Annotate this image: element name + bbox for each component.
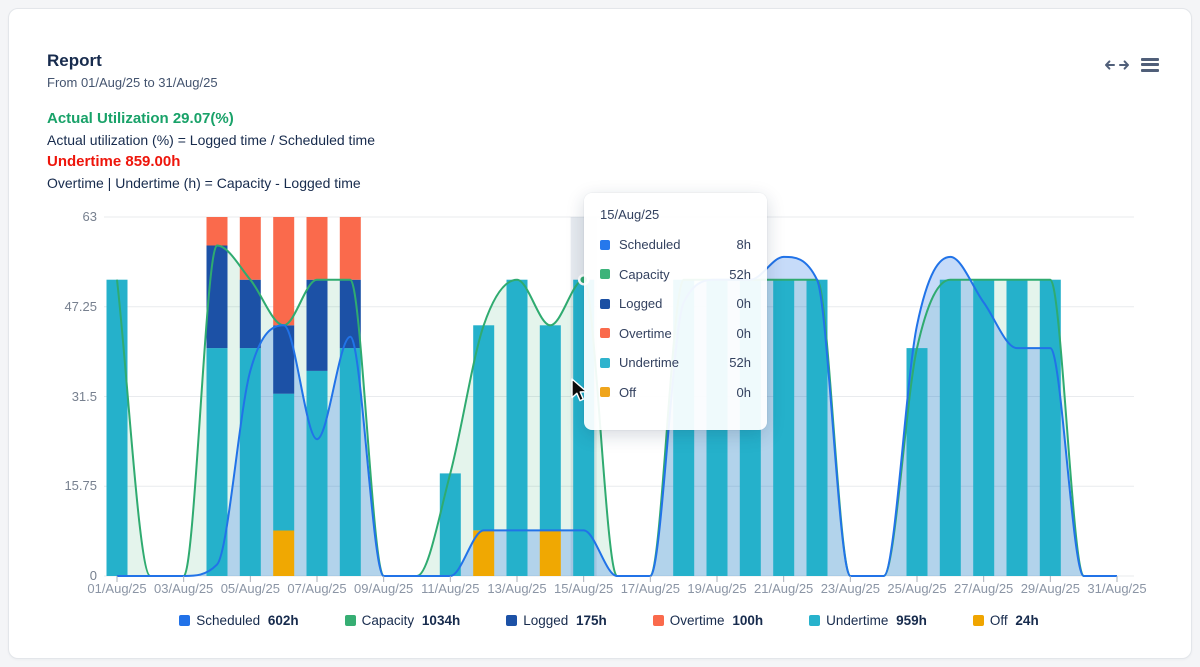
- y-tick-label: 47.25: [47, 299, 97, 314]
- bar-undertime-day5[interactable]: [240, 348, 261, 576]
- bar-off-day14[interactable]: [540, 530, 561, 576]
- legend-label: Logged 175h: [523, 613, 607, 628]
- legend-item-scheduled[interactable]: Scheduled 602h: [179, 613, 298, 628]
- tooltip-label: Overtime: [619, 326, 672, 341]
- legend-value: 24h: [1015, 613, 1038, 628]
- bar-undertime-day11[interactable]: [440, 473, 461, 576]
- report-page: Report From 01/Aug/25 to 31/Aug/25 Actua…: [0, 0, 1200, 667]
- legend-marker-icon: [653, 615, 664, 626]
- legend-marker-icon: [345, 615, 356, 626]
- bar-off-day6[interactable]: [273, 530, 294, 576]
- legend-value: 602h: [268, 613, 299, 628]
- chart-tooltip: 15/Aug/25 Scheduled 8h Capacity 52h Logged 0h…: [584, 193, 767, 430]
- bar-overtime-day7[interactable]: [307, 217, 328, 280]
- legend-label: Off 24h: [990, 613, 1039, 628]
- tooltip-label: Logged: [619, 296, 662, 311]
- legend-value: 100h: [732, 613, 763, 628]
- capacity-marker-icon: [600, 269, 610, 279]
- logged-marker-icon: [600, 299, 610, 309]
- bar-undertime-day8[interactable]: [340, 348, 361, 576]
- legend-value: 959h: [896, 613, 927, 628]
- tooltip-value: 0h: [737, 326, 751, 341]
- bar-undertime-day27[interactable]: [973, 280, 994, 576]
- bar-logged-day6[interactable]: [273, 325, 294, 393]
- legend-label: Overtime 100h: [670, 613, 763, 628]
- legend-marker-icon: [809, 615, 820, 626]
- report-card: Report From 01/Aug/25 to 31/Aug/25 Actua…: [8, 8, 1192, 659]
- legend-label: Undertime 959h: [826, 613, 927, 628]
- bar-undertime-day13[interactable]: [507, 280, 528, 576]
- legend-marker-icon: [506, 615, 517, 626]
- tooltip-label: Undertime: [619, 355, 679, 370]
- legend-marker-icon: [179, 615, 190, 626]
- bar-logged-day7[interactable]: [307, 280, 328, 371]
- overtime-marker-icon: [600, 328, 610, 338]
- bar-undertime-day14[interactable]: [540, 325, 561, 530]
- tooltip-label: Off: [619, 385, 636, 400]
- utilization-chart[interactable]: 015.7531.547.2563 01/Aug/2503/Aug/2505/A…: [9, 9, 1200, 667]
- legend-value: 1034h: [422, 613, 460, 628]
- bar-overtime-day8[interactable]: [340, 217, 361, 280]
- tooltip-value: 8h: [737, 237, 751, 252]
- legend-label: Scheduled 602h: [196, 613, 298, 628]
- tooltip-row-overtime: Overtime 0h: [600, 319, 751, 349]
- mouse-cursor-icon: [569, 378, 591, 408]
- legend-item-overtime[interactable]: Overtime 100h: [653, 613, 763, 628]
- y-tick-label: 31.5: [47, 389, 97, 404]
- chart-legend: Scheduled 602h Capacity 1034h Logged 175h O…: [9, 613, 1200, 628]
- legend-item-undertime[interactable]: Undertime 959h: [809, 613, 927, 628]
- tooltip-rows: Scheduled 8h Capacity 52h Logged 0h Overtime 0h…: [600, 230, 751, 407]
- legend-value: 175h: [576, 613, 607, 628]
- tooltip-row-logged: Logged 0h: [600, 289, 751, 319]
- tooltip-value: 0h: [737, 296, 751, 311]
- off-marker-icon: [600, 387, 610, 397]
- tooltip-date: 15/Aug/25: [600, 207, 751, 222]
- bar-overtime-day6[interactable]: [273, 217, 294, 325]
- legend-item-logged[interactable]: Logged 175h: [506, 613, 607, 628]
- legend-item-capacity[interactable]: Capacity 1034h: [345, 613, 461, 628]
- tooltip-row-off: Off 0h: [600, 378, 751, 408]
- x-tick-label: 31/Aug/25: [1077, 581, 1157, 596]
- tooltip-label: Capacity: [619, 267, 670, 282]
- tooltip-value: 52h: [729, 355, 751, 370]
- tooltip-value: 52h: [729, 267, 751, 282]
- bar-undertime-day1[interactable]: [107, 280, 128, 576]
- bar-overtime-day4[interactable]: [207, 217, 228, 246]
- tooltip-label: Scheduled: [619, 237, 680, 252]
- legend-item-off[interactable]: Off 24h: [973, 613, 1039, 628]
- bar-undertime-day6[interactable]: [273, 394, 294, 531]
- undertime-marker-icon: [600, 358, 610, 368]
- bar-undertime-day7[interactable]: [307, 371, 328, 576]
- tooltip-row-undertime: Undertime 52h: [600, 348, 751, 378]
- y-tick-label: 15.75: [47, 478, 97, 493]
- bar-undertime-day21[interactable]: [773, 280, 794, 576]
- legend-label: Capacity 1034h: [362, 613, 461, 628]
- tooltip-value: 0h: [737, 385, 751, 400]
- tooltip-row-capacity: Capacity 52h: [600, 260, 751, 290]
- scheduled-marker-icon: [600, 240, 610, 250]
- bar-undertime-day28[interactable]: [1007, 280, 1028, 576]
- tooltip-row-scheduled: Scheduled 8h: [600, 230, 751, 260]
- y-tick-label: 63: [47, 209, 97, 224]
- legend-marker-icon: [973, 615, 984, 626]
- bar-undertime-day26[interactable]: [940, 280, 961, 576]
